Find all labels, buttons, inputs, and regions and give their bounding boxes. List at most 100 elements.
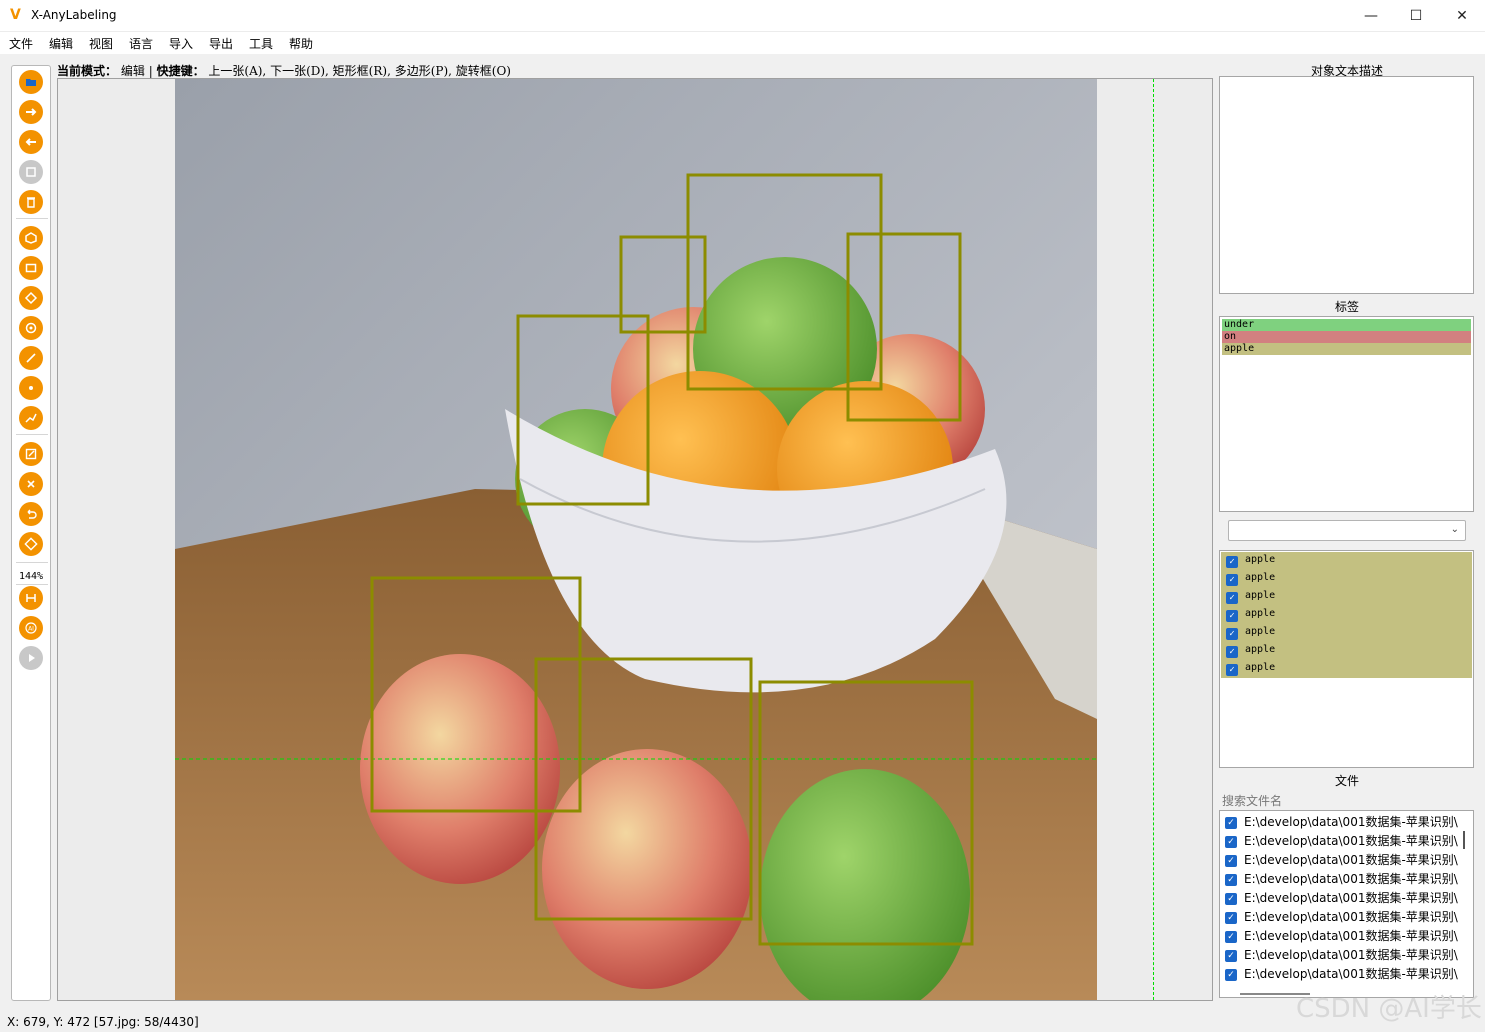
shape-item[interactable]: ✓ apple: [1221, 624, 1472, 642]
label-filter-dropdown[interactable]: ⌄: [1228, 520, 1466, 541]
label-item-apple[interactable]: apple: [1222, 343, 1471, 355]
edit-icon[interactable]: [19, 442, 43, 466]
file-item[interactable]: ✓ E:\develop\data\001数据集-苹果识别\: [1220, 908, 1473, 927]
file-item[interactable]: ✓ E:\develop\data\001数据集-苹果识别\: [1220, 889, 1473, 908]
rectangle-icon[interactable]: [19, 256, 43, 280]
label-item-under[interactable]: under: [1222, 319, 1471, 331]
menu-file[interactable]: 文件: [9, 35, 33, 52]
checkbox-icon[interactable]: ✓: [1226, 556, 1238, 568]
shape-item[interactable]: ✓ apple: [1221, 570, 1472, 588]
minimize-icon[interactable]: —: [1348, 0, 1394, 32]
mode-status-line: 当前模式： 编辑 | 快捷键： 上一张(A), 下一张(D), 矩形框(R), …: [57, 62, 511, 79]
linestrip-icon[interactable]: [19, 406, 43, 430]
checkbox-icon[interactable]: ✓: [1225, 931, 1237, 943]
mode-value: 编辑: [120, 64, 145, 78]
maximize-icon[interactable]: ☐: [1393, 0, 1439, 32]
file-path: E:\develop\data\001数据集-苹果识别\: [1244, 815, 1458, 829]
checkbox-icon[interactable]: ✓: [1226, 646, 1238, 658]
shortcut-value: 上一张(A), 下一张(D), 矩形框(R), 多边形(P), 旋转框(O): [208, 64, 511, 78]
checkbox-icon[interactable]: ✓: [1225, 874, 1237, 886]
shape-label: apple: [1245, 644, 1276, 655]
watermark: CSDN @AI学长: [1296, 994, 1482, 1024]
prev-image-icon[interactable]: [19, 130, 43, 154]
shape-label: apple: [1245, 554, 1276, 565]
run-icon[interactable]: [19, 646, 43, 670]
description-textarea[interactable]: [1219, 76, 1474, 294]
polygon-icon[interactable]: [19, 226, 43, 250]
ai-icon[interactable]: AI: [19, 616, 43, 640]
shape-item[interactable]: ✓ apple: [1221, 660, 1472, 678]
checkbox-icon[interactable]: ✓: [1226, 574, 1238, 586]
zoom-level[interactable]: 144%: [12, 571, 50, 582]
file-search-input[interactable]: 搜索文件名: [1219, 792, 1474, 810]
shape-label: apple: [1245, 626, 1276, 637]
annotation-canvas[interactable]: [57, 78, 1213, 1001]
file-path: E:\develop\data\001数据集-苹果识别\: [1244, 891, 1458, 905]
file-item[interactable]: ✓ E:\develop\data\001数据集-苹果识别\: [1220, 832, 1473, 851]
line-icon[interactable]: [19, 346, 43, 370]
shape-label: apple: [1245, 608, 1276, 619]
status-bar: X: 679, Y: 472 [57.jpg: 58/4430]: [7, 1015, 199, 1029]
title-bar: V X-AnyLabeling — ☐ ✕: [0, 0, 1485, 32]
file-path: E:\develop\data\001数据集-苹果识别\: [1244, 910, 1458, 924]
file-path: E:\develop\data\001数据集-苹果识别\: [1244, 834, 1458, 848]
checkbox-icon[interactable]: ✓: [1226, 664, 1238, 676]
delete-shape-icon[interactable]: [19, 472, 43, 496]
save-icon[interactable]: [19, 160, 43, 184]
menu-tools[interactable]: 工具: [249, 35, 273, 52]
label-item-on[interactable]: on: [1222, 331, 1471, 343]
image-view[interactable]: [175, 79, 1097, 1000]
shape-list: ✓ apple ✓ apple ✓ apple ✓ apple ✓ apple ✓ appl…: [1219, 550, 1474, 768]
file-list: ✓ E:\develop\data\001数据集-苹果识别\ ✓ E:\develo…: [1219, 810, 1474, 998]
menu-help[interactable]: 帮助: [289, 35, 313, 52]
menu-import[interactable]: 导入: [169, 35, 193, 52]
menu-edit[interactable]: 编辑: [49, 35, 73, 52]
shortcut-label: 快捷键：: [156, 64, 205, 78]
undo-icon[interactable]: [19, 502, 43, 526]
file-path: E:\develop\data\001数据集-苹果识别\: [1244, 929, 1458, 943]
menu-view[interactable]: 视图: [89, 35, 113, 52]
menu-language[interactable]: 语言: [129, 35, 153, 52]
rotation-icon[interactable]: [19, 286, 43, 310]
shape-item[interactable]: ✓ apple: [1221, 606, 1472, 624]
file-item[interactable]: ✓ E:\develop\data\001数据集-苹果识别\: [1220, 965, 1473, 984]
menu-bar: 文件 编辑 视图 语言 导入 导出 工具 帮助: [0, 32, 1485, 54]
checkbox-icon[interactable]: ✓: [1225, 817, 1237, 829]
checkbox-icon[interactable]: ✓: [1225, 969, 1237, 981]
delete-icon[interactable]: [19, 190, 43, 214]
circle-icon[interactable]: [19, 316, 43, 340]
checkbox-icon[interactable]: ✓: [1226, 592, 1238, 604]
file-item[interactable]: ✓ E:\develop\data\001数据集-苹果识别\: [1220, 927, 1473, 946]
fit-width-icon[interactable]: [19, 586, 43, 610]
brightness-icon[interactable]: [19, 532, 43, 556]
checkbox-icon[interactable]: ✓: [1225, 893, 1237, 905]
file-item[interactable]: ✓ E:\develop\data\001数据集-苹果识别\: [1220, 813, 1473, 832]
vertical-scrollbar[interactable]: [1463, 831, 1465, 849]
checkbox-icon[interactable]: ✓: [1225, 912, 1237, 924]
menu-export[interactable]: 导出: [209, 35, 233, 52]
labels-title: 标签: [1334, 300, 1359, 314]
checkbox-icon[interactable]: ✓: [1226, 628, 1238, 640]
file-item[interactable]: ✓ E:\develop\data\001数据集-苹果识别\: [1220, 851, 1473, 870]
file-path: E:\develop\data\001数据集-苹果识别\: [1244, 967, 1458, 981]
checkbox-icon[interactable]: ✓: [1225, 855, 1237, 867]
shape-item[interactable]: ✓ apple: [1221, 552, 1472, 570]
chevron-down-icon: ⌄: [1450, 524, 1459, 535]
close-icon[interactable]: ✕: [1439, 0, 1485, 32]
app-logo-icon: V: [10, 7, 21, 23]
file-path: E:\develop\data\001数据集-苹果识别\: [1244, 948, 1458, 962]
checkbox-icon[interactable]: ✓: [1225, 836, 1237, 848]
mode-separator: |: [148, 64, 153, 78]
shape-item[interactable]: ✓ apple: [1221, 642, 1472, 660]
next-image-icon[interactable]: [19, 100, 43, 124]
file-item[interactable]: ✓ E:\develop\data\001数据集-苹果识别\: [1220, 946, 1473, 965]
point-icon[interactable]: [19, 376, 43, 400]
open-folder-icon[interactable]: [19, 70, 43, 94]
shape-label: apple: [1245, 590, 1276, 601]
checkbox-icon[interactable]: ✓: [1226, 610, 1238, 622]
file-item[interactable]: ✓ E:\develop\data\001数据集-苹果识别\: [1220, 870, 1473, 889]
checkbox-icon[interactable]: ✓: [1225, 950, 1237, 962]
crosshair-vertical: [1153, 79, 1154, 1000]
fruit-photo: [175, 79, 1097, 1000]
shape-item[interactable]: ✓ apple: [1221, 588, 1472, 606]
